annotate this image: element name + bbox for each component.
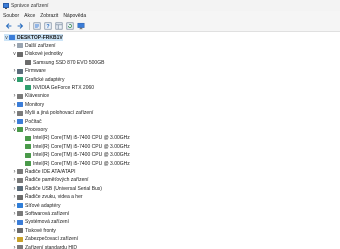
tree-item[interactable]: Samsung SSD 870 EVO 500GB — [20, 59, 104, 66]
tree-item[interactable]: NVIDIA GeForce RTX 2060 — [20, 84, 94, 91]
mouse-icon — [17, 110, 23, 116]
cpu-icon — [25, 161, 31, 166]
tree-item[interactable]: › Tiskové fronty — [12, 227, 56, 234]
tree-item-label: Firmware — [25, 68, 46, 75]
title-bar: Správce zařízení — [0, 0, 340, 11]
tree-item-label: Intel(R) Core(TM) i5-7400 CPU @ 3.00GHz — [33, 135, 130, 142]
audio-icon — [17, 194, 23, 200]
tree-item-label: Samsung SSD 870 EVO 500GB — [33, 59, 105, 66]
storage-controller-icon — [17, 177, 23, 183]
tree-item-label: Zabezpečovací zařízení — [25, 236, 79, 243]
cpu-icon — [25, 152, 31, 158]
firmware-icon — [17, 68, 23, 74]
forward-icon[interactable] — [15, 21, 24, 30]
back-icon[interactable] — [4, 21, 13, 30]
ide-controller-icon — [17, 169, 23, 175]
tree-item-label: DESKTOP-FRKB1V — [17, 34, 63, 41]
network-icon — [17, 203, 23, 208]
tree-item[interactable]: v Procesory — [12, 126, 48, 133]
tree-item[interactable]: › Systémová zařízení — [12, 219, 69, 226]
software-devices-icon — [17, 211, 23, 217]
tree-item-label: Intel(R) Core(TM) i5-7400 CPU @ 3.00GHz — [33, 160, 130, 167]
tree-item-label: Diskové jednotky — [25, 51, 63, 58]
tree-item[interactable]: Intel(R) Core(TM) i5-7400 CPU @ 3.00GHz — [20, 152, 130, 159]
tree-item-label: Klávesnice — [25, 93, 50, 100]
processors-icon — [17, 127, 23, 133]
toolbar: ? — [0, 20, 340, 32]
tree-item[interactable]: › Zařízení standardu HID — [12, 244, 77, 249]
refresh-icon[interactable] — [66, 21, 75, 30]
tree-item[interactable]: Intel(R) Core(TM) i5-7400 CPU @ 3.00GHz — [20, 135, 130, 142]
gpu-icon — [25, 85, 31, 91]
computer-icon — [17, 119, 23, 124]
menu-view[interactable]: Zobrazit — [40, 13, 58, 19]
tree-item-label: Zařízení standardu HID — [25, 244, 77, 249]
system-devices-icon — [17, 219, 23, 225]
tree-item-label: Grafické adaptéry — [25, 76, 65, 83]
tree-item[interactable]: › Myši a jiná polohovací zařízení — [12, 110, 94, 117]
svg-text:?: ? — [46, 24, 50, 30]
tree-item[interactable]: Intel(R) Core(TM) i5-7400 CPU @ 3.00GHz — [20, 143, 130, 150]
other-devices-icon — [17, 43, 23, 49]
monitor-icon[interactable] — [77, 21, 86, 30]
tree-item[interactable]: › Síťové adaptéry — [12, 202, 61, 209]
tree-item-label: Procesory — [25, 126, 48, 133]
tree-item[interactable]: › Firmware — [12, 68, 46, 75]
tree-item-label: Intel(R) Core(TM) i5-7400 CPU @ 3.00GHz — [33, 143, 130, 150]
device-tree[interactable]: v DESKTOP-FRKB1V › Další zařízení v Diskové j… — [0, 33, 340, 249]
tree-item-label: Řadiče paměťových zařízení — [25, 177, 89, 184]
tree-item-label: Řadiče IDE ATA/ATAPI — [25, 168, 76, 175]
tree-item-label: Intel(R) Core(TM) i5-7400 CPU @ 3.00GHz — [33, 152, 130, 159]
properties-icon[interactable] — [33, 21, 42, 30]
tree-item-label: Softwarová zařízení — [25, 210, 70, 217]
keyboard-icon — [17, 93, 23, 99]
menu-help[interactable]: Nápověda — [63, 13, 86, 19]
tree-item[interactable]: › Řadiče IDE ATA/ATAPI — [12, 168, 76, 175]
device-manager-icon — [3, 3, 9, 9]
tree-root[interactable]: v DESKTOP-FRKB1V — [4, 34, 63, 41]
usb-icon — [17, 186, 23, 192]
tree-item[interactable]: › Klávesnice — [12, 93, 50, 100]
tree-item-label: Myši a jiná polohovací zařízení — [25, 110, 94, 117]
menu-file[interactable]: Soubor — [3, 13, 19, 19]
menu-action[interactable]: Akce — [24, 13, 35, 19]
tree-item-label: Počítač — [25, 118, 42, 125]
tree-item-label: Monitory — [25, 101, 45, 108]
hid-icon — [17, 245, 23, 249]
tree-item[interactable]: v Grafické adaptéry — [12, 76, 64, 83]
view-icon[interactable] — [55, 21, 64, 30]
security-devices-icon — [17, 236, 23, 242]
tree-item[interactable]: › Další zařízení — [12, 42, 56, 49]
window-title: Správce zařízení — [11, 2, 49, 9]
toolbar-separator — [29, 21, 30, 30]
tree-item[interactable]: › Zabezpečovací zařízení — [12, 236, 79, 243]
cpu-icon — [25, 135, 31, 141]
tree-item-label: Řadiče USB (Universal Serial Bus) — [25, 185, 102, 192]
tree-item[interactable]: › Počítač — [12, 118, 42, 125]
computer-icon — [9, 35, 15, 40]
tree-item[interactable]: v Diskové jednotky — [12, 51, 63, 58]
tree-item-label: Řadiče zvuku, videa a her — [25, 194, 83, 201]
tree-item[interactable]: › Řadiče USB (Universal Serial Bus) — [12, 185, 102, 192]
tree-item[interactable]: Intel(R) Core(TM) i5-7400 CPU @ 3.00GHz — [20, 160, 130, 167]
help-icon[interactable]: ? — [44, 21, 53, 30]
tree-item[interactable]: › Softwarová zařízení — [12, 210, 70, 217]
monitors-icon — [17, 102, 23, 108]
tree-item-label: Další zařízení — [25, 42, 56, 49]
tree-item[interactable]: › Řadiče paměťových zařízení — [12, 177, 89, 184]
display-adapters-icon — [17, 77, 23, 82]
tree-item[interactable]: › Monitory — [12, 101, 45, 108]
print-queues-icon — [17, 228, 23, 234]
menu-bar: Soubor Akce Zobrazit Nápověda — [0, 11, 340, 20]
tree-item[interactable]: › Řadiče zvuku, videa a her — [12, 194, 83, 201]
disk-drives-icon — [17, 51, 23, 57]
tree-item-label: NVIDIA GeForce RTX 2060 — [33, 84, 95, 91]
disk-icon — [25, 60, 31, 66]
tree-item-label: Systémová zařízení — [25, 219, 69, 226]
tree-item-label: Tiskové fronty — [25, 227, 56, 234]
cpu-icon — [25, 144, 31, 150]
tree-item-label: Síťové adaptéry — [25, 202, 61, 209]
